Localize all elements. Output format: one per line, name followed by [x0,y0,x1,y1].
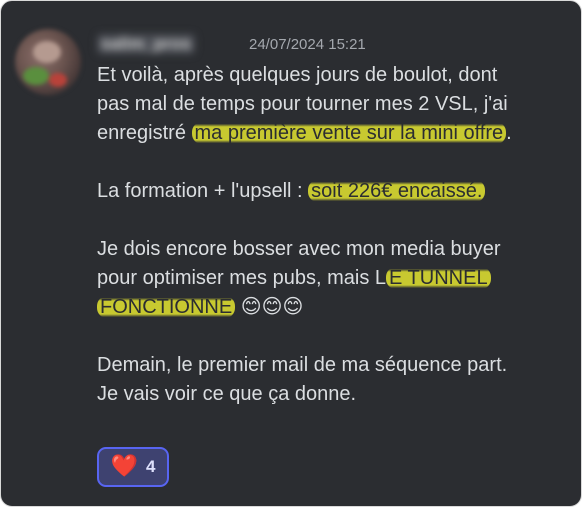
message-line: pour optimiser mes pubs, mais LE TUNNEL [97,264,577,293]
message-text: Je vais voir ce que ça donne. [97,383,357,405]
message-line: Demain, le premier mail de ma séquence p… [97,351,577,380]
message-text: Et voilà, après quelques jours de boulot… [97,64,498,86]
author-name[interactable]: salim_pros [97,34,243,54]
highlighted-text: soit 226€ encaissé. [308,180,486,202]
highlighted-text: E TUNNEL [386,267,491,289]
message-timestamp: 24/07/2024 15:21 [249,36,366,53]
reaction-count: 4 [145,457,156,476]
message-text: Je dois encore bosser avec mon media buy… [97,238,501,260]
message-text: pas mal de temps pour tourner mes 2 VSL,… [97,93,508,115]
avatar[interactable] [15,29,81,95]
avatar-face [33,41,61,63]
message-text: La formation + l'upsell : [97,180,309,202]
message-card: salim_pros 24/07/2024 15:21 Et voilà, ap… [0,0,582,507]
message-line: Et voilà, après quelques jours de boulot… [97,61,577,90]
avatar-detail-green [23,67,49,85]
message-text: enregistré [97,122,192,144]
message-line: Je dois encore bosser avec mon media buy… [97,235,577,264]
avatar-detail-red [49,73,67,87]
message-text: 😊😊😊 [235,296,304,318]
message-line: La formation + l'upsell : soit 226€ enca… [97,177,577,206]
message-line: FONCTIONNE 😊😊😊 [97,293,577,322]
message-text: . [506,122,512,144]
message-line: Je vais voir ce que ça donne. [97,380,577,409]
message-line: enregistré ma première vente sur la mini… [97,119,577,148]
message-line: pas mal de temps pour tourner mes 2 VSL,… [97,90,577,119]
highlighted-text: FONCTIONNE [97,296,236,318]
highlighted-text: ma première vente sur la mini offre [191,122,507,144]
author-name-text[interactable]: salim_pros [97,34,195,54]
heart-icon: ❤️ [110,454,138,479]
message-text: pour optimiser mes pubs, mais L [97,267,387,289]
message-body: Et voilà, après quelques jours de boulot… [97,61,577,409]
message-text: Demain, le premier mail de ma séquence p… [97,354,508,376]
reaction-button[interactable]: ❤️ 4 [97,447,169,487]
